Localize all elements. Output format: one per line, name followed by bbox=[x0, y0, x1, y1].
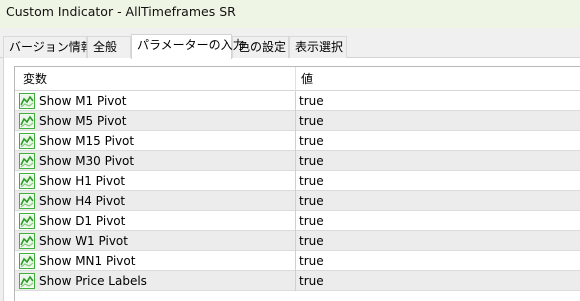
window-title: Custom Indicator - AllTimeframes SR bbox=[6, 4, 236, 19]
table-row[interactable]: Show H4 Pivot true bbox=[15, 191, 580, 211]
grid-header: 変数 値 bbox=[15, 67, 580, 91]
parameter-value[interactable]: true bbox=[299, 131, 324, 151]
table-row[interactable]: Show H1 Pivot true bbox=[15, 171, 580, 191]
green-chart-icon bbox=[19, 133, 35, 149]
tab-label: 色の設定 bbox=[238, 40, 287, 54]
green-chart-icon bbox=[19, 233, 35, 249]
parameter-value[interactable]: true bbox=[299, 111, 324, 131]
column-divider[interactable] bbox=[295, 67, 296, 91]
parameter-value[interactable]: true bbox=[299, 171, 324, 191]
cell-divider bbox=[295, 211, 296, 231]
tab-version-info[interactable]: バージョン情報 bbox=[3, 36, 93, 58]
tab-label: 全般 bbox=[93, 40, 118, 54]
parameter-value[interactable]: true bbox=[299, 271, 324, 291]
column-header-variable[interactable]: 変数 bbox=[23, 67, 47, 91]
parameter-name: Show Price Labels bbox=[39, 274, 147, 288]
cell-divider bbox=[295, 91, 296, 111]
parameters-grid: 変数 値 Show M1 Pivot true Show M5 Pivot true S… bbox=[14, 66, 580, 301]
green-chart-icon bbox=[19, 113, 35, 129]
cell-divider bbox=[295, 131, 296, 151]
parameter-value[interactable]: true bbox=[299, 231, 324, 251]
table-row[interactable]: Show D1 Pivot true bbox=[15, 211, 580, 231]
parameter-name: Show MN1 Pivot bbox=[39, 254, 136, 268]
parameter-name: Show D1 Pivot bbox=[39, 214, 126, 228]
table-row[interactable]: Show M30 Pivot true bbox=[15, 151, 580, 171]
parameter-value[interactable]: true bbox=[299, 251, 324, 271]
table-row[interactable]: Show Price Labels true bbox=[15, 271, 580, 291]
tab-label: バージョン情報 bbox=[9, 40, 93, 54]
parameter-value[interactable]: true bbox=[299, 151, 324, 171]
parameter-name: Show M15 Pivot bbox=[39, 134, 135, 148]
cell-divider bbox=[295, 111, 296, 131]
green-chart-icon bbox=[19, 93, 35, 109]
tab-label: 表示選択 bbox=[295, 40, 344, 54]
parameter-value[interactable]: true bbox=[299, 91, 324, 111]
parameter-name: Show W1 Pivot bbox=[39, 234, 128, 248]
cell-divider bbox=[295, 171, 296, 191]
cell-divider bbox=[295, 271, 296, 291]
table-row[interactable]: Show MN1 Pivot true bbox=[15, 251, 580, 271]
window-title-bar: Custom Indicator - AllTimeframes SR bbox=[0, 0, 580, 28]
tab-general[interactable]: 全般 bbox=[87, 36, 131, 58]
column-header-value[interactable]: 値 bbox=[301, 67, 313, 91]
table-row[interactable]: Show W1 Pivot true bbox=[15, 231, 580, 251]
green-chart-icon bbox=[19, 193, 35, 209]
tab-strip: バージョン情報 全般 パラメーターの入力 色の設定 表示選択 bbox=[0, 34, 580, 59]
table-row[interactable]: Show M15 Pivot true bbox=[15, 131, 580, 151]
table-row[interactable]: Show M1 Pivot true bbox=[15, 91, 580, 111]
parameter-value[interactable]: true bbox=[299, 191, 324, 211]
parameter-name: Show M5 Pivot bbox=[39, 114, 127, 128]
cell-divider bbox=[295, 151, 296, 171]
parameter-name: Show M30 Pivot bbox=[39, 154, 135, 168]
table-row[interactable]: Show M5 Pivot true bbox=[15, 111, 580, 131]
cell-divider bbox=[295, 191, 296, 211]
green-chart-icon bbox=[19, 253, 35, 269]
green-chart-icon bbox=[19, 173, 35, 189]
parameter-name: Show M1 Pivot bbox=[39, 94, 127, 108]
cell-divider bbox=[295, 251, 296, 271]
tab-display-selection[interactable]: 表示選択 bbox=[289, 36, 347, 58]
green-chart-icon bbox=[19, 213, 35, 229]
parameter-name: Show H4 Pivot bbox=[39, 194, 126, 208]
parameter-value[interactable]: true bbox=[299, 211, 324, 231]
parameter-name: Show H1 Pivot bbox=[39, 174, 126, 188]
tab-input-parameters[interactable]: パラメーターの入力 bbox=[131, 34, 245, 59]
green-chart-icon bbox=[19, 153, 35, 169]
tab-label: パラメーターの入力 bbox=[137, 38, 245, 52]
cell-divider bbox=[295, 231, 296, 251]
green-chart-icon bbox=[19, 273, 35, 289]
